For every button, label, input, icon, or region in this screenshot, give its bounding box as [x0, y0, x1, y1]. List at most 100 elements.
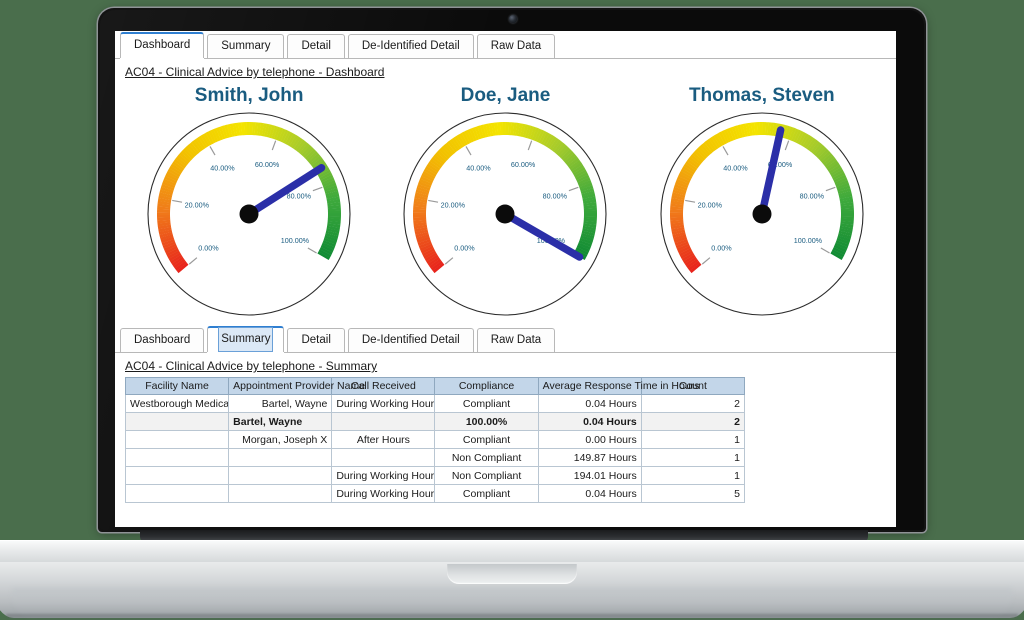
tab-label: Detail — [301, 334, 331, 346]
summary-tab-detail[interactable]: Detail — [287, 328, 345, 352]
cell-compliance: Non Compliant — [434, 466, 539, 485]
gauge-band-segment — [584, 213, 598, 217]
cell-facility — [124, 448, 230, 467]
cell-compliance: Non Compliant — [434, 448, 539, 467]
column-header-average-response-time-in-hours[interactable]: Average Response Time in Hours — [537, 377, 699, 395]
cell-facility — [124, 466, 230, 485]
summary-table-wrap: Facility Name Appointment Provider Name Ca… — [115, 377, 896, 503]
table-subtotal-row[interactable]: Bartel, Wayne 100.00% 0.04 Hours 2 — [124, 412, 746, 431]
cell-provider: Bartel, Wayne — [228, 394, 333, 413]
tab-label: Summary — [218, 327, 274, 352]
dashboard-tab-detail[interactable]: Detail — [287, 34, 345, 58]
gauge-tick — [172, 199, 183, 203]
gauge-hub — [495, 204, 515, 224]
tab-label: Raw Data — [490, 334, 542, 346]
cell-avg_response: 0.04 Hours — [537, 484, 642, 503]
cell-avg_response: 0.00 Hours — [537, 430, 642, 449]
table-row[interactable]: During Working Hours Compliant 0.04 Hours 5 — [124, 484, 746, 503]
gauge-tick — [428, 199, 439, 203]
dashboard-tab-dashboard[interactable]: Dashboard — [120, 32, 205, 58]
dashboard-tab-summary[interactable]: Summary — [207, 34, 285, 58]
summary-table: Facility Name Appointment Provider Name Ca… — [124, 377, 746, 503]
gauge-tick — [784, 140, 790, 151]
cell-compliance: 100.00% — [434, 412, 539, 431]
gauge-band-segment — [584, 210, 598, 214]
gauge-tick — [445, 257, 454, 265]
panel-divider — [115, 317, 896, 325]
gauge-tick-label: 0.00% — [711, 244, 732, 253]
gauge-cell-1: Smith, John 0.00% 20.00% 40.00% 60.00% 80.00%… — [125, 85, 373, 317]
cell-count: 1 — [640, 466, 746, 485]
gauge-tick — [820, 247, 830, 254]
column-header-appointment-provider-name[interactable]: Appointment Provider Name — [228, 377, 365, 395]
table-row[interactable]: Westborough Medical ClinicBartel, WayneD… — [124, 394, 746, 413]
gauge-tick-label: 0.00% — [455, 244, 476, 253]
gauge-band-segment — [840, 210, 854, 214]
gauge-tick-label: 100.00% — [794, 236, 823, 245]
tab-label: Raw Data — [490, 40, 542, 52]
cell-provider — [228, 484, 333, 503]
cell-compliance: Compliant — [434, 484, 539, 503]
webcam-icon — [509, 15, 517, 23]
table-row[interactable]: Morgan, Joseph X After Hours Compliant 0.00… — [124, 430, 746, 449]
cell-count: 2 — [640, 394, 746, 413]
summary-table-body: Westborough Medical ClinicBartel, WayneD… — [124, 394, 746, 503]
gauge-tick-label: 80.00% — [799, 191, 824, 200]
gauge-band-segment — [840, 213, 854, 217]
gauge-tick — [684, 199, 695, 203]
gauge-needle — [501, 210, 584, 261]
gauge-title: Thomas, Steven — [688, 85, 835, 106]
cell-call_received: After Hours — [331, 430, 436, 449]
table-row[interactable]: During Working Hours Non Compliant 194.01 … — [124, 466, 746, 485]
dashboard-panel: Dashboard Summary Detail De-Identified Deta… — [115, 31, 896, 317]
column-header-compliance[interactable]: Compliance — [434, 377, 539, 395]
gauge-tick — [569, 186, 579, 192]
summary-tab-raw-data[interactable]: Raw Data — [476, 328, 556, 352]
gauge-tick — [312, 186, 323, 192]
gauge-chart: 0.00%20.00%40.00%60.00%80.00%100.00% — [403, 112, 608, 316]
cell-count: 1 — [640, 430, 746, 449]
cell-call_received: During Working Hours — [331, 394, 436, 413]
gauge-band-segment — [328, 213, 342, 217]
gauge-title: Doe, Jane — [460, 85, 551, 106]
cell-call_received — [331, 448, 436, 467]
gauge-tick-label: 20.00% — [697, 200, 722, 209]
gauge-tick-label: 0.00% — [198, 244, 219, 253]
dashboard-tab-raw-data[interactable]: Raw Data — [476, 34, 556, 58]
laptop-reflection — [12, 588, 1012, 620]
cell-count: 2 — [640, 412, 746, 431]
browser-viewport: Dashboard Summary Detail De-Identified Deta… — [115, 31, 896, 527]
gauge-tick-label: 100.00% — [281, 236, 310, 245]
summary-report-title: AC04 - Clinical Advice by telephone - Su… — [125, 359, 378, 373]
cell-provider: Morgan, Joseph X — [228, 430, 333, 449]
summary-tabstrip: Dashboard Summary Detail De-Identified Deta… — [115, 325, 896, 353]
column-header-facility-name[interactable]: Facility Name — [124, 377, 230, 395]
gauge-tick — [701, 257, 711, 265]
table-row[interactable]: Non Compliant 149.87 Hours 1 — [124, 448, 746, 467]
cell-avg_response: 0.04 Hours — [537, 412, 642, 431]
cell-facility — [124, 484, 230, 503]
summary-tab-de-identified-detail[interactable]: De-Identified Detail — [347, 328, 474, 352]
gauge-tick-label: 80.00% — [287, 191, 312, 200]
cell-provider — [228, 448, 333, 467]
gauge-band-segment — [669, 212, 683, 216]
cell-compliance: Compliant — [434, 394, 539, 413]
summary-tab-dashboard[interactable]: Dashboard — [120, 328, 205, 352]
cell-facility: Westborough Medical Clinic — [124, 394, 230, 413]
gauge-title: Smith, John — [194, 85, 304, 106]
laptop-frame: Dashboard Summary Detail De-Identified Deta… — [0, 0, 1024, 620]
summary-tab-summary[interactable]: Summary — [207, 326, 285, 352]
gauge-needle — [758, 126, 785, 218]
gauge-tick — [271, 140, 277, 151]
cell-provider — [228, 466, 333, 485]
tab-label: De-Identified Detail — [361, 40, 460, 52]
dashboard-tab-de-identified-detail[interactable]: De-Identified Detail — [347, 34, 474, 58]
cell-call_received — [331, 412, 436, 431]
gauge-tick — [825, 186, 836, 192]
cell-call_received: During Working Hours — [331, 484, 436, 503]
cell-count: 5 — [640, 484, 746, 503]
cell-compliance: Compliant — [434, 430, 539, 449]
gauge-tick-label: 60.00% — [511, 160, 536, 169]
gauge-band-segment — [503, 122, 507, 136]
gauge-tick-label: 20.00% — [185, 200, 210, 209]
